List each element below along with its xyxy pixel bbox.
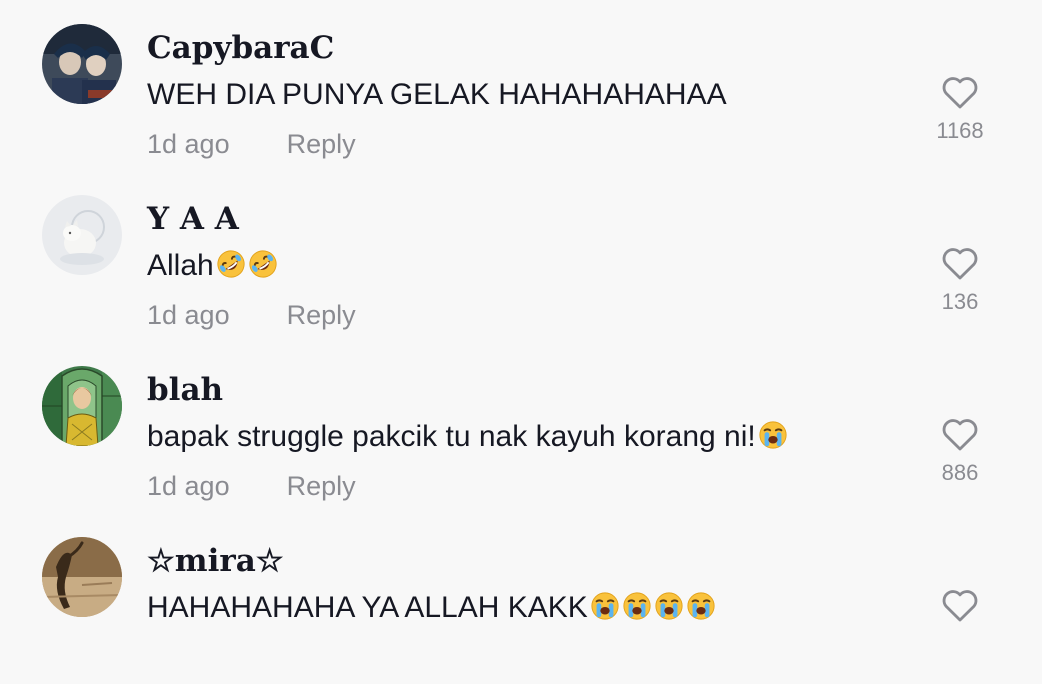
reply-button[interactable]: Reply [287,300,356,330]
comment-text-content: HAHAHAHAHA YA ALLAH KAKK [147,591,588,624]
comment-text-content: bapak struggle pakcik tu nak kayuh koran… [147,420,756,453]
avatar[interactable] [42,24,122,104]
comment-item: ☆mira☆ HAHAHAHAHA YA ALLAH KAKK [0,513,1042,684]
comment-text: HAHAHAHAHA YA ALLAH KAKK [147,589,716,627]
comment-item: CapybaraC WEH DIA PUNYA GELAK HAHAHAHAHA… [0,0,1042,171]
like-control: 886 [920,416,1000,486]
comment-username[interactable]: CapybaraC [147,28,334,68]
comment-text-content: Allah [147,249,214,282]
loudly-crying-face-icon [686,591,716,621]
avatar[interactable] [42,537,122,617]
loudly-crying-face-icon [622,591,652,621]
comment-item: Y A A Allah 1d ago Reply 136 [0,171,1042,342]
comment-username[interactable]: blah [147,370,223,410]
like-control [920,587,1000,623]
comment-text: bapak struggle pakcik tu nak kayuh koran… [147,418,788,456]
reply-button[interactable]: Reply [287,471,356,501]
heart-outline-icon[interactable] [941,74,979,110]
like-count: 886 [941,460,979,485]
comment-text: Allah [147,247,278,285]
like-control: 1168 [920,74,1000,144]
comment-meta: 1d ago Reply [147,126,356,162]
loudly-crying-face-icon [654,591,684,621]
rolling-on-floor-laughing-icon [248,249,278,279]
like-control: 136 [920,245,1000,315]
heart-outline-icon[interactable] [941,587,979,623]
avatar-white-cat-icon [42,195,122,275]
comment-text-content: WEH DIA PUNYA GELAK HAHAHAHAHAA [147,78,727,111]
loudly-crying-face-icon [758,420,788,450]
loudly-crying-face-icon [590,591,620,621]
avatar-stained-glass-figure-icon [42,366,122,446]
comment-text: WEH DIA PUNYA GELAK HAHAHAHAHAA [147,76,727,114]
comment-item: blah bapak struggle pakcik tu nak kayuh … [0,342,1042,513]
comment-username[interactable]: ☆mira☆ [147,541,284,581]
comment-timestamp: 1d ago [147,471,230,501]
avatar[interactable] [42,195,122,275]
heart-outline-icon[interactable] [941,416,979,452]
avatar[interactable] [42,366,122,446]
avatar-sepia-dancer-icon [42,537,122,617]
comment-meta: 1d ago Reply [147,468,356,504]
avatar-two-figures-icon [42,24,122,104]
like-count: 136 [941,289,979,314]
reply-button[interactable]: Reply [287,129,356,159]
comment-meta: 1d ago Reply [147,297,356,333]
comment-timestamp: 1d ago [147,300,230,330]
heart-outline-icon[interactable] [941,245,979,281]
like-count: 1168 [936,118,984,143]
rolling-on-floor-laughing-icon [216,249,246,279]
comment-username[interactable]: Y A A [147,199,239,239]
comment-timestamp: 1d ago [147,129,230,159]
